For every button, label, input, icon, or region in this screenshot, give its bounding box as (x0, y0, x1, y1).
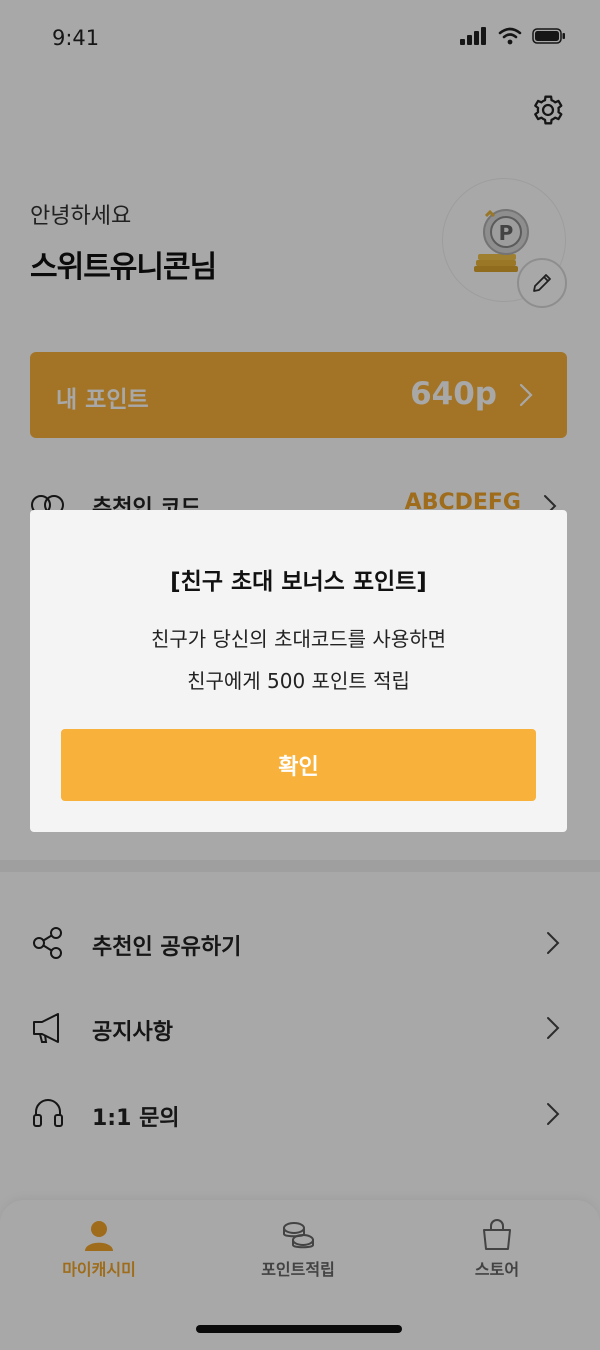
confirm-button[interactable]: 확인 (61, 729, 536, 801)
invite-bonus-dialog: [친구 초대 보너스 포인트] 친구가 당신의 초대코드를 사용하면 친구에게 … (30, 510, 567, 832)
dialog-message-line: 친구에게 500 포인트 적립 (187, 669, 410, 693)
dialog-message: 친구가 당신의 초대코드를 사용하면 친구에게 500 포인트 적립 (30, 618, 567, 702)
dialog-title: [친구 초대 보너스 포인트] (170, 569, 427, 595)
dialog-message-line: 친구가 당신의 초대코드를 사용하면 (150, 627, 447, 651)
